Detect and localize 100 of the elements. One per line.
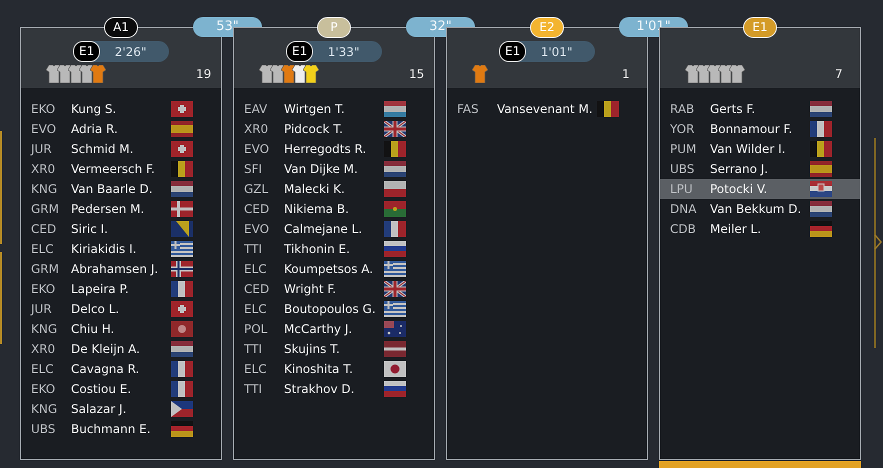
- team-code: XR0: [31, 342, 56, 356]
- team-code: ELC: [31, 362, 55, 376]
- team-code: PUM: [670, 142, 698, 156]
- rider-row[interactable]: UBS Serrano J.: [660, 159, 860, 179]
- flag-icon: [384, 241, 406, 257]
- rider-row[interactable]: ELC Kinoshita T.: [234, 359, 434, 379]
- team-code: LPU: [670, 182, 694, 196]
- rider-name: Salazar J.: [71, 402, 128, 416]
- rider-row[interactable]: CED Siric I.: [21, 219, 221, 239]
- team-code: SFI: [244, 162, 264, 176]
- rider-row[interactable]: KNG Chiu H.: [21, 319, 221, 339]
- rider-name: Kiriakidis I.: [71, 242, 138, 256]
- rider-name: Kung S.: [71, 102, 118, 116]
- flag-icon: [171, 241, 193, 257]
- rider-row[interactable]: LPU Potocki V.: [660, 179, 860, 199]
- rider-name: Lapeira P.: [71, 282, 130, 296]
- rider-row[interactable]: GZL Malecki K.: [234, 179, 434, 199]
- team-code: UBS: [670, 162, 696, 176]
- team-code: EAV: [244, 102, 268, 116]
- rider-row[interactable]: ELC Boutopoulos G.: [234, 299, 434, 319]
- flag-icon: [384, 161, 406, 177]
- rider-row[interactable]: EAV Wirtgen T.: [234, 99, 434, 119]
- rider-row[interactable]: YOR Bonnamour F.: [660, 119, 860, 139]
- rider-row[interactable]: EVO Adria R.: [21, 119, 221, 139]
- rider-row[interactable]: ELC Cavagna R.: [21, 359, 221, 379]
- group-badge[interactable]: A1: [104, 17, 138, 38]
- rider-row[interactable]: CDB Meiler L.: [660, 219, 860, 239]
- rider-row[interactable]: UBS Buchmann E.: [21, 419, 221, 439]
- rider-row[interactable]: POL McCarthy J.: [234, 319, 434, 339]
- team-code: YOR: [670, 122, 696, 136]
- rider-row[interactable]: FAS Vansevenant M.: [447, 99, 647, 119]
- flag-icon: [171, 341, 193, 357]
- rider-name: Buchmann E.: [71, 422, 152, 436]
- team-code: DNA: [670, 202, 698, 216]
- rider-row[interactable]: GRM Pedersen M.: [21, 199, 221, 219]
- rider-name: Tikhonin E.: [284, 242, 351, 256]
- rider-row[interactable]: XR0 Pidcock T.: [234, 119, 434, 139]
- chevron-icon[interactable]: [874, 234, 882, 250]
- group-label: E1: [73, 41, 100, 62]
- rider-row[interactable]: EVO Herregodts R.: [234, 139, 434, 159]
- team-code: ELC: [244, 262, 268, 276]
- rider-name: Potocki V.: [710, 182, 768, 196]
- rider-row[interactable]: KNG Salazar J.: [21, 399, 221, 419]
- rider-name: Nikiema B.: [284, 202, 350, 216]
- team-code: EVO: [244, 142, 270, 156]
- team-code: EKO: [31, 282, 56, 296]
- rider-name: Wright F.: [284, 282, 338, 296]
- rider-row[interactable]: XR0 De Kleijn A.: [21, 339, 221, 359]
- rider-name: McCarthy J.: [284, 322, 354, 336]
- rider-row[interactable]: GRM Abrahamsen J.: [21, 259, 221, 279]
- rider-name: Van Wilder I.: [710, 142, 786, 156]
- rider-name: Delco L.: [71, 302, 120, 316]
- team-code: CED: [244, 282, 270, 296]
- flag-icon: [810, 201, 832, 217]
- rider-row[interactable]: TTI Strakhov D.: [234, 379, 434, 399]
- rider-row[interactable]: JUR Delco L.: [21, 299, 221, 319]
- rider-name: Van Dijke M.: [284, 162, 359, 176]
- rider-count: 19: [196, 67, 212, 81]
- team-code: FAS: [457, 102, 480, 116]
- flag-icon: [384, 321, 406, 337]
- rider-row[interactable]: SFI Van Dijke M.: [234, 159, 434, 179]
- rider-row[interactable]: EKO Lapeira P.: [21, 279, 221, 299]
- rider-row[interactable]: EKO Kung S.: [21, 99, 221, 119]
- rider-row[interactable]: CED Nikiema B.: [234, 199, 434, 219]
- rider-name: Herregodts R.: [284, 142, 368, 156]
- flag-icon: [384, 121, 406, 137]
- rider-row[interactable]: EVO Calmejane L.: [234, 219, 434, 239]
- flag-icon: [384, 181, 406, 197]
- rider-count: 1: [622, 67, 630, 81]
- rider-row[interactable]: EKO Costiou E.: [21, 379, 221, 399]
- rider-count: 15: [409, 67, 424, 81]
- rider-row[interactable]: TTI Tikhonin E.: [234, 239, 434, 259]
- team-code: GZL: [244, 182, 270, 196]
- team-code: KNG: [31, 322, 58, 336]
- flag-icon: [384, 201, 406, 217]
- team-code: ELC: [31, 242, 55, 256]
- team-code: JUR: [31, 302, 53, 316]
- rider-row[interactable]: DNA Van Bekkum D.: [660, 199, 860, 219]
- flag-icon: [171, 221, 193, 237]
- rider-row[interactable]: RAB Gerts F.: [660, 99, 860, 119]
- time-gap: 1'01": [540, 44, 574, 58]
- flag-icon: [171, 121, 193, 137]
- rider-row[interactable]: CED Wright F.: [234, 279, 434, 299]
- rider-row[interactable]: ELC Koumpetsos A.: [234, 259, 434, 279]
- rider-row[interactable]: TTI Skujins T.: [234, 339, 434, 359]
- team-code: RAB: [670, 102, 696, 116]
- rider-row[interactable]: KNG Van Baarle D.: [21, 179, 221, 199]
- flag-icon: [810, 161, 832, 177]
- team-code: POL: [244, 322, 268, 336]
- flag-icon: [171, 321, 193, 337]
- rider-row[interactable]: XR0 Vermeersch F.: [21, 159, 221, 179]
- team-code: GRM: [31, 262, 60, 276]
- team-code: XR0: [244, 122, 270, 136]
- rider-name: Bonnamour F.: [710, 122, 794, 136]
- rider-row[interactable]: ELC Kiriakidis I.: [21, 239, 221, 259]
- rider-row[interactable]: JUR Schmid M.: [21, 139, 221, 159]
- rider-row[interactable]: PUM Van Wilder I.: [660, 139, 860, 159]
- team-code: GRM: [31, 202, 60, 216]
- team-code: KNG: [31, 402, 58, 416]
- flag-icon: [171, 141, 193, 157]
